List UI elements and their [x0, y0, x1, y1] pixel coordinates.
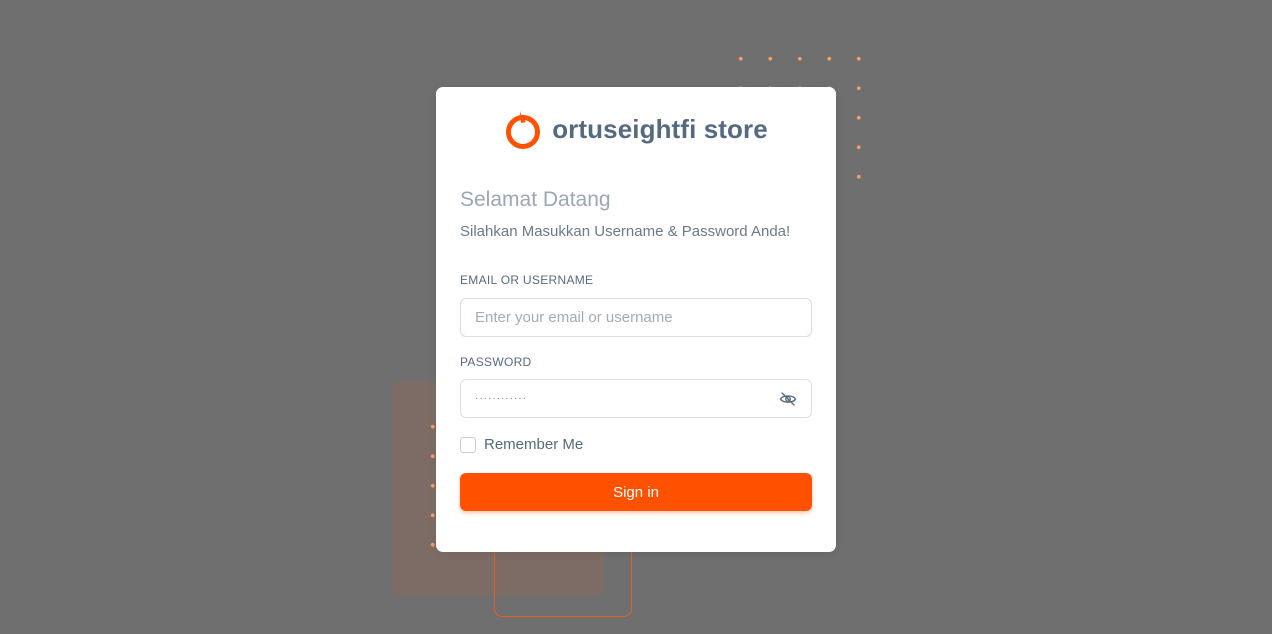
password-label: PASSWORD [460, 355, 532, 369]
remember-label[interactable]: Remember Me [484, 436, 583, 453]
email-input[interactable] [460, 298, 812, 337]
login-page: ortuseightfi store Selamat Datang Silahk… [0, 0, 1272, 634]
welcome-subtitle: Silahkan Masukkan Username & Password An… [460, 223, 791, 240]
orange-ring-logo-icon [506, 111, 541, 149]
sign-in-button[interactable]: Sign in [460, 473, 812, 511]
login-card: ortuseightfi store Selamat Datang Silahk… [436, 87, 836, 552]
email-label: EMAIL OR USERNAME [460, 273, 594, 287]
eye-off-icon[interactable] [779, 390, 797, 408]
remember-me[interactable]: Remember Me [460, 436, 583, 453]
brand: ortuseightfi store [436, 109, 836, 149]
welcome-title: Selamat Datang [460, 188, 611, 211]
password-input[interactable] [460, 379, 812, 418]
brand-name: ortuseightfi store [552, 113, 768, 144]
remember-checkbox[interactable] [460, 436, 476, 453]
